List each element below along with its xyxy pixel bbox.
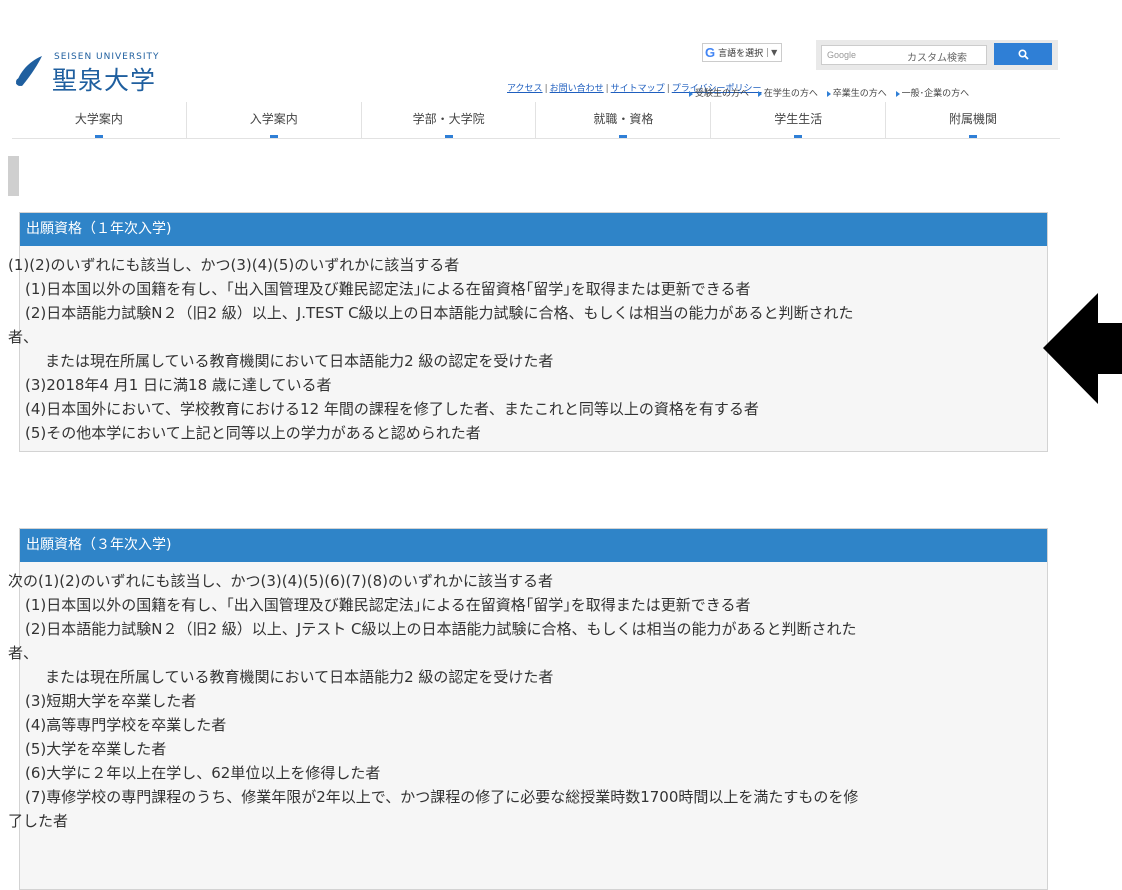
- list-item: 者、: [8, 644, 39, 662]
- list-item: (2)日本語能力試験N２（旧2 級）以上、Jテスト C級以上の日本語能力試験に合…: [25, 620, 857, 638]
- list-item: (1)日本国以外の国籍を有し、｢出入国管理及び難民認定法｣による在留資格｢留学｣…: [25, 280, 751, 298]
- dropdown-caret-icon: ▼: [767, 48, 777, 57]
- list-item: (5)大学を卒業した者: [25, 740, 167, 758]
- section-heading: 出願資格（１年次入学): [20, 213, 1047, 246]
- list-item: (3)短期大学を卒業した者: [25, 692, 197, 710]
- section-body: 次の(1)(2)のいずれにも該当し、かつ(3)(4)(5)(6)(7)(8)のい…: [8, 562, 1047, 839]
- search-box: Google カスタム検索: [816, 40, 1058, 70]
- link-general-business[interactable]: 一般･企業の方へ: [902, 89, 970, 99]
- list-item: または現在所属している教育機関において日本語能力2 級の認定を受けた者: [45, 352, 554, 370]
- audience-links: 受験生の方へ 在学生の方へ 卒業生の方へ 一般･企業の方へ: [683, 86, 969, 99]
- search-icon: [1017, 48, 1029, 60]
- search-input[interactable]: Google カスタム検索: [821, 45, 987, 65]
- language-select[interactable]: G 言語を選択 ▼: [702, 43, 783, 62]
- list-item: (2)日本語能力試験N２（旧2 級）以上、J.TEST C級以上の日本語能力試験…: [25, 304, 854, 322]
- link-current-students[interactable]: 在学生の方へ: [764, 89, 818, 99]
- list-item: (1)日本国以外の国籍を有し、｢出入国管理及び難民認定法｣による在留資格｢留学｣…: [25, 596, 751, 614]
- left-arrow-icon: [1043, 293, 1122, 404]
- sitemap-link[interactable]: サイトマップ: [611, 84, 665, 94]
- list-item: (1)(2)のいずれにも該当し、かつ(3)(4)(5)のいずれかに該当する者: [8, 256, 460, 274]
- eligibility-first-year: 出願資格（１年次入学) (1)(2)のいずれにも該当し、かつ(3)(4)(5)の…: [8, 212, 1048, 452]
- list-item: 次の(1)(2)のいずれにも該当し、かつ(3)(4)(5)(6)(7)(8)のい…: [8, 572, 553, 590]
- logo-mark-icon: [16, 56, 42, 86]
- list-item: (4)日本国外において、学校教育における12 年間の課程を修了した者、またこれと…: [25, 400, 759, 418]
- list-item: 了した者: [8, 812, 69, 830]
- list-item: 者、: [8, 328, 39, 346]
- list-item: (5)その他本学において上記と同等以上の学力があると認められた者: [25, 424, 481, 442]
- contact-link[interactable]: お問い合わせ: [550, 84, 604, 94]
- nav-affiliated[interactable]: 附属機関: [886, 102, 1060, 138]
- search-placeholder: Google: [827, 50, 857, 60]
- nav-admissions[interactable]: 入学案内: [187, 102, 362, 138]
- nav-careers[interactable]: 就職・資格: [536, 102, 712, 138]
- list-item: (6)大学に２年以上在学し、62単位以上を修得した者: [25, 764, 381, 782]
- link-prospective-students[interactable]: 受験生の方へ: [695, 89, 749, 99]
- search-button[interactable]: [994, 43, 1052, 65]
- access-link[interactable]: アクセス: [507, 84, 543, 94]
- nav-faculties[interactable]: 学部・大学院: [362, 102, 537, 138]
- list-item: または現在所属している教育機関において日本語能力2 級の認定を受けた者: [45, 668, 554, 686]
- page-title-marker: [8, 156, 19, 196]
- main-nav: 大学案内 入学案内 学部・大学院 就職・資格 学生生活 附属機関: [12, 102, 1060, 139]
- list-item: (7)専修学校の専門課程のうち、修業年限が2年以上で、かつ課程の修了に必要な総授…: [25, 788, 859, 806]
- custom-search-label: カスタム検索: [907, 53, 967, 64]
- language-select-label: 言語を選択: [718, 49, 764, 59]
- google-g-icon: G: [705, 45, 716, 60]
- nav-student-life[interactable]: 学生生活: [711, 102, 887, 138]
- link-alumni[interactable]: 卒業生の方へ: [833, 89, 887, 99]
- eligibility-third-year: 出願資格（３年次入学) 次の(1)(2)のいずれにも該当し、かつ(3)(4)(5…: [8, 528, 1048, 890]
- section-heading: 出願資格（３年次入学): [20, 529, 1047, 562]
- section-body: (1)(2)のいずれにも該当し、かつ(3)(4)(5)のいずれかに該当する者 (…: [8, 246, 1047, 451]
- list-item: (4)高等専門学校を卒業した者: [25, 716, 227, 734]
- list-item: (3)2018年4 月1 日に満18 歳に達している者: [25, 376, 332, 394]
- nav-about[interactable]: 大学案内: [12, 102, 187, 138]
- logo-japanese: 聖泉大学: [52, 66, 157, 95]
